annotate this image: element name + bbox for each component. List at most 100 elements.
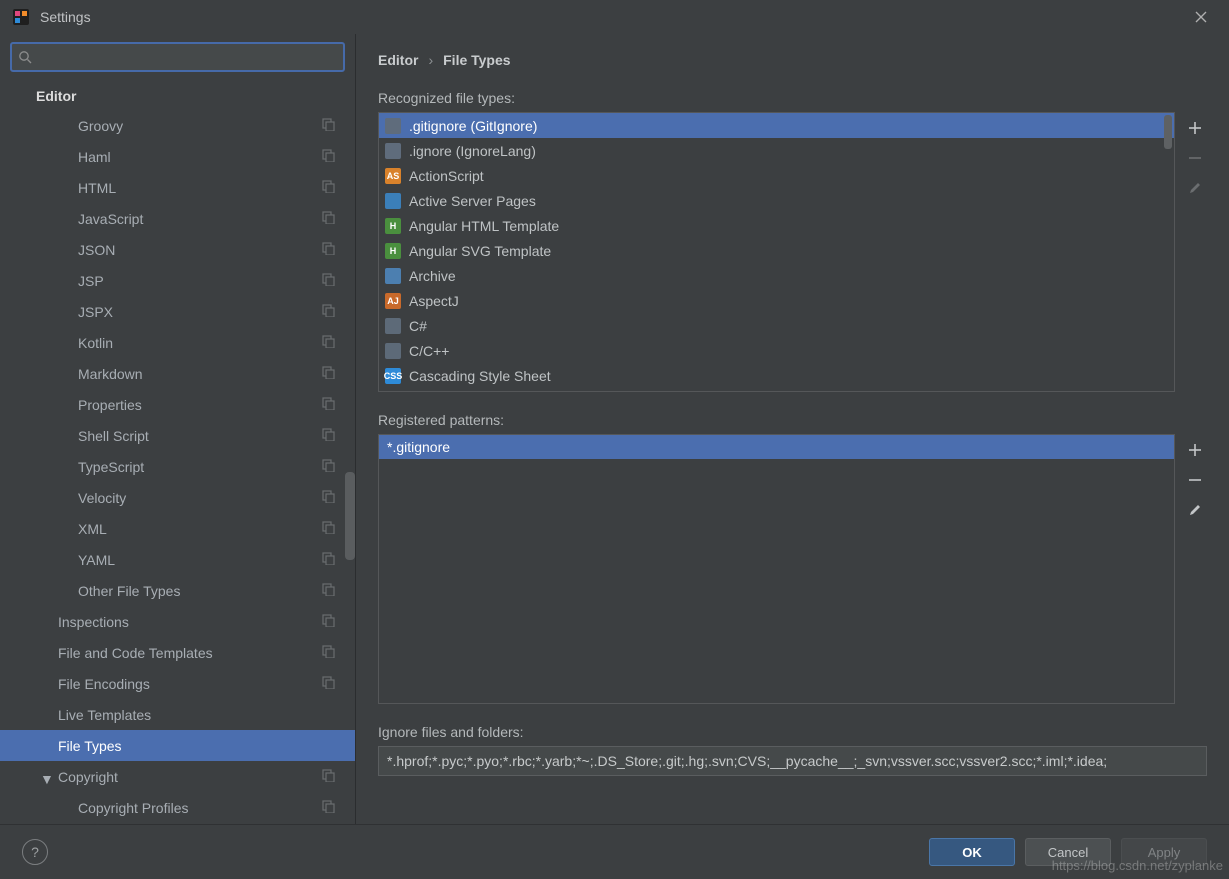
patterns-list[interactable]: *.gitignore (378, 434, 1175, 704)
search-input[interactable] (38, 50, 337, 65)
sidebar-item-javascript[interactable]: JavaScript (0, 203, 355, 234)
filetype-item[interactable]: Archive (379, 263, 1174, 288)
sidebar-item-other-file-types[interactable]: Other File Types (0, 575, 355, 606)
sidebar-item-label: Inspections (58, 614, 129, 630)
sidebar-item-label: YAML (78, 552, 115, 568)
pattern-item[interactable]: *.gitignore (379, 435, 1174, 459)
ok-button[interactable]: OK (929, 838, 1015, 866)
sidebar-item-label: JSP (78, 273, 104, 289)
sidebar-item-label: JavaScript (78, 211, 143, 227)
per-project-icon (321, 179, 335, 196)
sidebar-item-inspections[interactable]: Inspections (0, 606, 355, 637)
settings-sidebar: Editor GroovyHamlHTML JavaScript JSON JSP JS… (0, 34, 356, 824)
sidebar-item-groovy[interactable]: Groovy (0, 110, 355, 141)
patterns-tools (1183, 434, 1207, 704)
filetype-item[interactable]: .gitignore (GitIgnore) (379, 113, 1174, 138)
sidebar-item-shell-script[interactable]: Shell Script (0, 420, 355, 451)
sidebar-item-yaml[interactable]: YAML (0, 544, 355, 575)
question-icon: ? (31, 844, 39, 860)
sidebar-item-xml[interactable]: XML (0, 513, 355, 544)
filetype-label: C# (409, 318, 427, 334)
minus-icon (1188, 151, 1202, 165)
per-project-icon (321, 272, 335, 289)
per-project-icon (321, 768, 335, 785)
tree-section-editor[interactable]: Editor (0, 82, 355, 110)
filetype-item[interactable]: H Angular HTML Template (379, 213, 1174, 238)
filetype-icon: CSS (385, 368, 401, 384)
edit-pattern-button[interactable] (1185, 500, 1205, 520)
sidebar-item-copyright[interactable]: ▼Copyright (0, 761, 355, 792)
filetype-label: Cascading Style Sheet (409, 368, 551, 384)
sidebar-item-kotlin[interactable]: Kotlin (0, 327, 355, 358)
filetype-icon: H (385, 243, 401, 259)
plus-icon (1188, 443, 1202, 457)
filetype-label: C/C++ (409, 343, 449, 359)
per-project-icon (321, 334, 335, 351)
filetype-item[interactable]: AJAspectJ (379, 288, 1174, 313)
per-project-icon (321, 241, 335, 258)
app-icon (12, 8, 30, 26)
sidebar-item-typescript[interactable]: TypeScript (0, 451, 355, 482)
sidebar-item-label: JSPX (78, 304, 113, 320)
breadcrumb-root[interactable]: Editor (378, 52, 418, 68)
sidebar-item-label: Copyright Profiles (78, 800, 189, 816)
settings-search[interactable] (10, 42, 345, 72)
remove-pattern-button[interactable] (1185, 470, 1205, 490)
per-project-icon (321, 427, 335, 444)
per-project-icon (321, 799, 335, 816)
sidebar-item-label: Live Templates (58, 707, 151, 723)
filetype-item[interactable]: CSS Cascading Style Sheet (379, 363, 1174, 388)
filetype-label: Angular HTML Template (409, 218, 559, 234)
breadcrumb-leaf: File Types (443, 52, 510, 68)
remove-filetype-button[interactable] (1185, 148, 1205, 168)
per-project-icon (321, 489, 335, 506)
per-project-icon (321, 458, 335, 475)
sidebar-item-velocity[interactable]: Velocity (0, 482, 355, 513)
help-button[interactable]: ? (22, 839, 48, 865)
filetype-icon (385, 318, 401, 334)
sidebar-item-label: File Encodings (58, 676, 150, 692)
sidebar-item-properties[interactable]: Properties (0, 389, 355, 420)
filetype-label: Archive (409, 268, 456, 284)
filetype-icon: AJ (385, 293, 401, 309)
sidebar-item-haml[interactable]: Haml (0, 141, 355, 172)
settings-tree[interactable]: Editor GroovyHamlHTML JavaScript JSON JSP JS… (0, 82, 355, 824)
filetype-icon: H (385, 218, 401, 234)
sidebar-item-live-templates[interactable]: Live Templates (0, 699, 355, 730)
add-filetype-button[interactable] (1185, 118, 1205, 138)
sidebar-item-html[interactable]: HTML (0, 172, 355, 203)
sidebar-item-file-and-code-templates[interactable]: File and Code Templates (0, 637, 355, 668)
filetype-item[interactable]: ASActionScript (379, 163, 1174, 188)
close-button[interactable] (1185, 3, 1217, 31)
filetypes-list[interactable]: .gitignore (GitIgnore) .ignore (IgnoreLan… (378, 112, 1175, 392)
edit-filetype-button[interactable] (1185, 178, 1205, 198)
filetype-item[interactable]: Active Server Pages (379, 188, 1174, 213)
filetype-label: .ignore (IgnoreLang) (409, 143, 536, 159)
sidebar-scrollbar[interactable] (345, 472, 355, 560)
filetype-item[interactable]: HAngular SVG Template (379, 238, 1174, 263)
sidebar-item-label: File Types (58, 738, 122, 754)
sidebar-item-label: Markdown (78, 366, 143, 382)
sidebar-item-jspx[interactable]: JSPX (0, 296, 355, 327)
sidebar-item-label: Velocity (78, 490, 126, 506)
sidebar-item-file-encodings[interactable]: File Encodings (0, 668, 355, 699)
sidebar-item-json[interactable]: JSON (0, 234, 355, 265)
sidebar-item-jsp[interactable]: JSP (0, 265, 355, 296)
filetype-item[interactable]: C# (379, 313, 1174, 338)
filetype-item[interactable]: .ignore (IgnoreLang) (379, 138, 1174, 163)
add-pattern-button[interactable] (1185, 440, 1205, 460)
filetype-icon (385, 268, 401, 284)
sidebar-item-label: Copyright (58, 769, 118, 785)
filetype-item[interactable]: C/C++ (379, 338, 1174, 363)
sidebar-item-label: TypeScript (78, 459, 144, 475)
filetypes-scrollbar[interactable] (1164, 115, 1172, 149)
sidebar-item-file-types[interactable]: File Types (0, 730, 355, 761)
chevron-right-icon: › (428, 52, 433, 68)
sidebar-item-label: File and Code Templates (58, 645, 213, 661)
sidebar-item-copyright-profiles[interactable]: Copyright Profiles (0, 792, 355, 823)
filetype-icon (385, 343, 401, 359)
per-project-icon (321, 675, 335, 692)
sidebar-item-label: Other File Types (78, 583, 180, 599)
ignore-files-input[interactable] (378, 746, 1207, 776)
sidebar-item-markdown[interactable]: Markdown (0, 358, 355, 389)
